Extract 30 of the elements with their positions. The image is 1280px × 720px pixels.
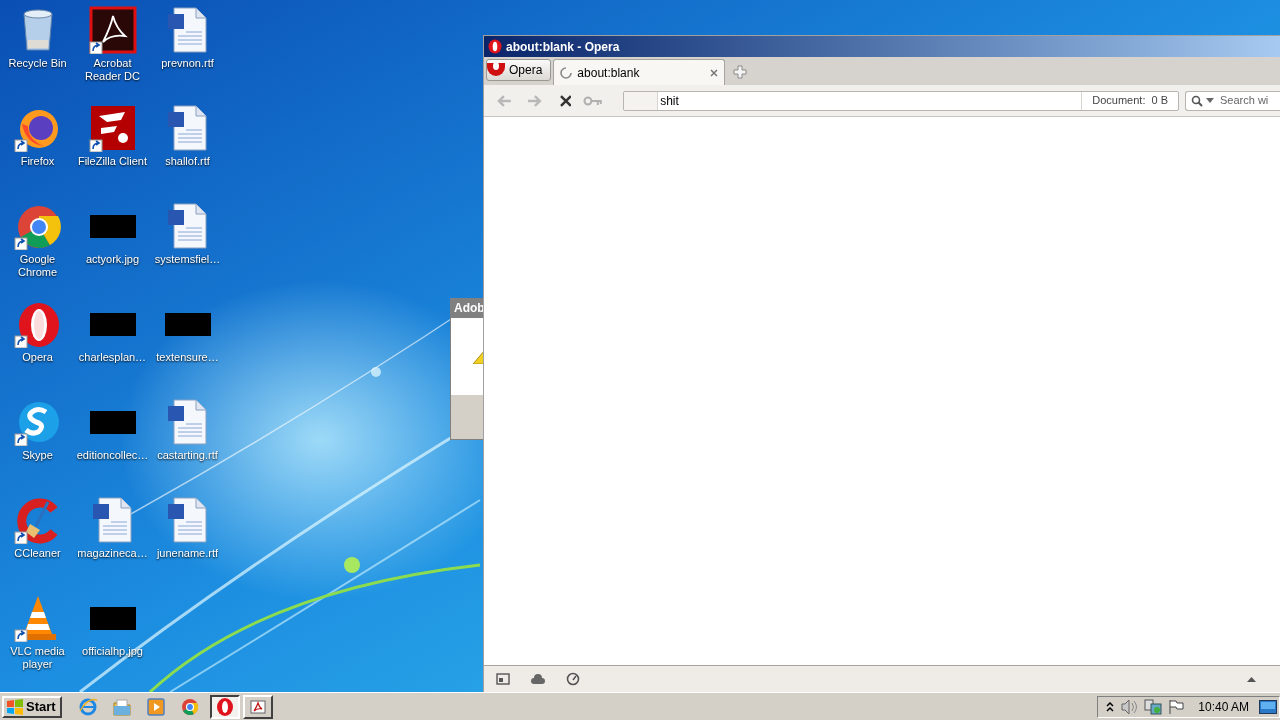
icon-label[interactable]: shallof.rtf	[150, 155, 225, 168]
icon-label[interactable]: Recycle Bin	[0, 57, 75, 70]
icon-label[interactable]: textensure…	[150, 351, 225, 364]
icon-label[interactable]: actyork.jpg	[75, 253, 150, 266]
icon-label[interactable]: magazineca…	[75, 547, 150, 560]
search-input[interactable]: Search wi	[1220, 92, 1280, 109]
browser-tab[interactable]: about:blank	[553, 59, 726, 85]
address-field[interactable]: shit Document: 0 B	[623, 90, 1179, 111]
icon-label[interactable]: Google Chrome	[0, 253, 75, 279]
icon-label[interactable]: CCleaner	[0, 547, 75, 560]
icon-label[interactable]: VLC media player	[0, 645, 75, 671]
icon-label[interactable]: systemsfiel…	[150, 253, 225, 266]
address-input[interactable]: shit	[658, 91, 1082, 110]
icon-label[interactable]: Opera	[0, 351, 75, 364]
icon-label[interactable]: editioncollec…	[75, 449, 150, 462]
icon-label[interactable]: charlesplan…	[75, 351, 150, 364]
icon-label[interactable]: prevnon.rtf	[150, 57, 225, 70]
icon-label[interactable]: Firefox	[0, 155, 75, 168]
icon-label[interactable]: Acrobat Reader DC	[75, 57, 150, 83]
icon-label[interactable]: castarting.rtf	[150, 449, 225, 462]
icon-label[interactable]: junename.rtf	[150, 547, 225, 560]
start-button[interactable]: Start	[2, 695, 62, 718]
clock[interactable]: 10:40 AM	[1198, 697, 1249, 716]
window-title: about:blank - Opera	[506, 38, 620, 56]
document-size: 0 B	[1151, 93, 1168, 109]
icon-label[interactable]: FileZilla Client	[75, 155, 150, 168]
icon-label[interactable]: Skype	[0, 449, 75, 462]
search-field[interactable]: Search wi	[1185, 90, 1280, 111]
document-label: Document:	[1092, 93, 1146, 109]
opera-menu-button[interactable]: Opera	[486, 59, 552, 81]
